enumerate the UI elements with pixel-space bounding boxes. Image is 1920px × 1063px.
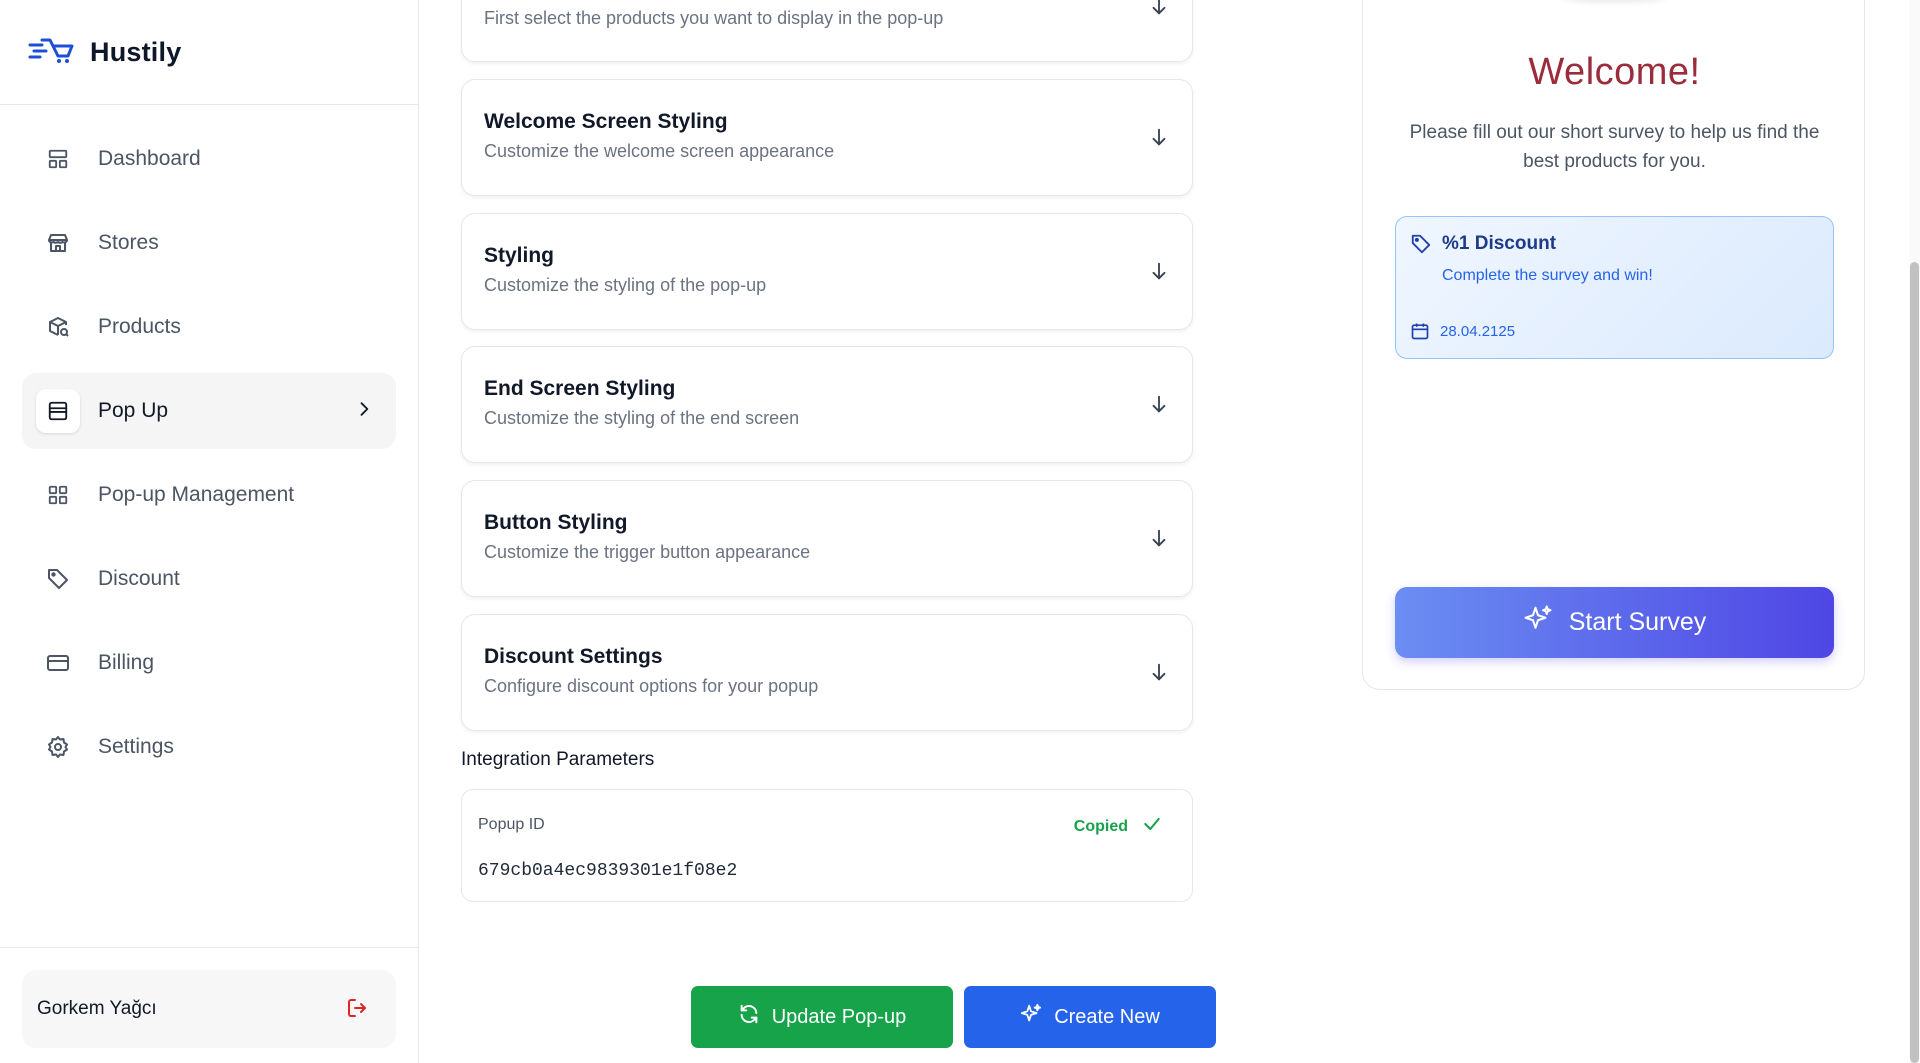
section-subtitle: Customize the trigger button appearance: [484, 542, 811, 562]
sidebar-item-dashboard[interactable]: Dashboard: [22, 121, 396, 197]
sidebar-item-billing[interactable]: Billing: [22, 625, 396, 701]
package-search-icon: [44, 313, 72, 341]
create-new-button[interactable]: Create New: [964, 986, 1216, 1048]
cart-logo-icon: [28, 36, 74, 69]
layout-icon: [44, 145, 72, 173]
copy-button[interactable]: Copied: [1074, 814, 1162, 839]
brand-logo[interactable]: Hustily: [28, 32, 181, 72]
section-title: Button Styling: [484, 511, 628, 534]
section-subtitle: Customize the styling of the end screen: [484, 408, 800, 428]
sidebar-item-label: Products: [98, 315, 181, 338]
arrow-down-icon: [1148, 0, 1170, 22]
section-subtitle: First select the products you want to di…: [484, 8, 944, 28]
sidebar: Hustily Dashboard Stores Products Pop Up…: [0, 0, 419, 1063]
sparkles-icon: [1523, 604, 1553, 641]
check-icon: [1142, 814, 1162, 839]
tag-icon: [1410, 233, 1432, 260]
popup-icon: [36, 389, 80, 433]
popup-id-value[interactable]: 679cb0a4ec9839301e1f08e2: [478, 861, 737, 881]
sidebar-divider: [0, 104, 419, 105]
styling-section[interactable]: Styling Customize the styling of the pop…: [461, 213, 1193, 330]
sidebar-item-label: Settings: [98, 735, 174, 758]
sidebar-item-pop-up-management[interactable]: Pop-up Management: [22, 457, 396, 533]
section-title: Welcome Screen Styling: [484, 110, 728, 133]
popup-preview: Welcome! Please fill out our short surve…: [1362, 0, 1865, 690]
section-subtitle: Configure discount options for your popu…: [484, 676, 819, 696]
discount-card: %1 Discount Complete the survey and win!…: [1395, 216, 1834, 359]
sidebar-item-label: Pop Up: [98, 399, 169, 422]
section-title: Discount Settings: [484, 645, 663, 668]
sidebar-item-label: Stores: [98, 231, 159, 254]
brand-name: Hustily: [90, 36, 182, 67]
scrollbar-thumb[interactable]: [1910, 262, 1919, 1063]
section-subtitle: Customize the welcome screen appearance: [484, 141, 835, 161]
sidebar-item-label: Pop-up Management: [98, 483, 295, 506]
sidebar-item-stores[interactable]: Stores: [22, 205, 396, 281]
chevron-right-icon: [354, 399, 374, 424]
discount-date: 28.04.2125: [1440, 323, 1516, 340]
popup-id-label: Popup ID: [478, 816, 545, 833]
store-icon: [44, 229, 72, 257]
welcome-title: Welcome!: [1528, 51, 1701, 93]
end-screen-styling-section[interactable]: End Screen Styling Customize the styling…: [461, 346, 1193, 463]
sidebar-item-products[interactable]: Products: [22, 289, 396, 365]
section-title: End Screen Styling: [484, 377, 676, 400]
section-subtitle: Customize the styling of the pop-up: [484, 275, 767, 295]
integration-title: Integration Parameters: [461, 749, 655, 770]
sidebar-item-discount[interactable]: Discount: [22, 541, 396, 617]
arrow-down-icon: [1148, 126, 1170, 153]
sidebar-nav: Dashboard Stores Products Pop Up Pop-up …: [22, 121, 396, 793]
sidebar-item-settings[interactable]: Settings: [22, 709, 396, 785]
copied-status: Copied: [1073, 817, 1128, 835]
gear-icon: [44, 733, 72, 761]
update-popup-label: Update Pop-up: [771, 1005, 907, 1028]
discount-title: %1 Discount: [1442, 233, 1557, 254]
start-survey-label: Start Survey: [1568, 608, 1707, 636]
button-styling-section[interactable]: Button Styling Customize the trigger but…: [461, 480, 1193, 597]
sidebar-item-label: Billing: [98, 651, 155, 674]
discount-settings-section[interactable]: Discount Settings Configure discount opt…: [461, 614, 1193, 731]
discount-subtitle: Complete the survey and win!: [1442, 267, 1653, 284]
integration-card: Popup ID Copied 679cb0a4ec9839301e1f08e2: [461, 789, 1193, 902]
welcome-description: Please fill out our short survey to help…: [1409, 122, 1820, 172]
user-name: Gorkem Yağcı: [37, 998, 157, 1019]
arrow-down-icon: [1148, 393, 1170, 420]
sidebar-item-pop-up[interactable]: Pop Up: [22, 373, 396, 449]
arrow-down-icon: [1148, 527, 1170, 554]
refresh-icon: [738, 1003, 760, 1031]
sidebar-item-label: Discount: [98, 567, 180, 590]
product-selection-section[interactable]: First select the products you want to di…: [461, 0, 1193, 62]
sparkles-icon: [1020, 1003, 1042, 1031]
calendar-icon: [1410, 321, 1430, 346]
welcome-screen-styling-section[interactable]: Welcome Screen Styling Customize the wel…: [461, 79, 1193, 196]
create-new-label: Create New: [1054, 1005, 1160, 1028]
grid-icon: [44, 481, 72, 509]
start-survey-button[interactable]: Start Survey: [1395, 587, 1834, 658]
update-popup-button[interactable]: Update Pop-up: [691, 986, 953, 1048]
section-title: Styling: [484, 244, 555, 267]
arrow-down-icon: [1148, 260, 1170, 287]
user-card: Gorkem Yağcı: [22, 970, 396, 1048]
arrow-down-icon: [1148, 661, 1170, 688]
tag-icon: [44, 565, 72, 593]
sidebar-divider: [0, 947, 419, 948]
credit-card-icon: [44, 649, 72, 677]
logout-icon[interactable]: [346, 996, 370, 1025]
sidebar-item-label: Dashboard: [98, 147, 201, 170]
